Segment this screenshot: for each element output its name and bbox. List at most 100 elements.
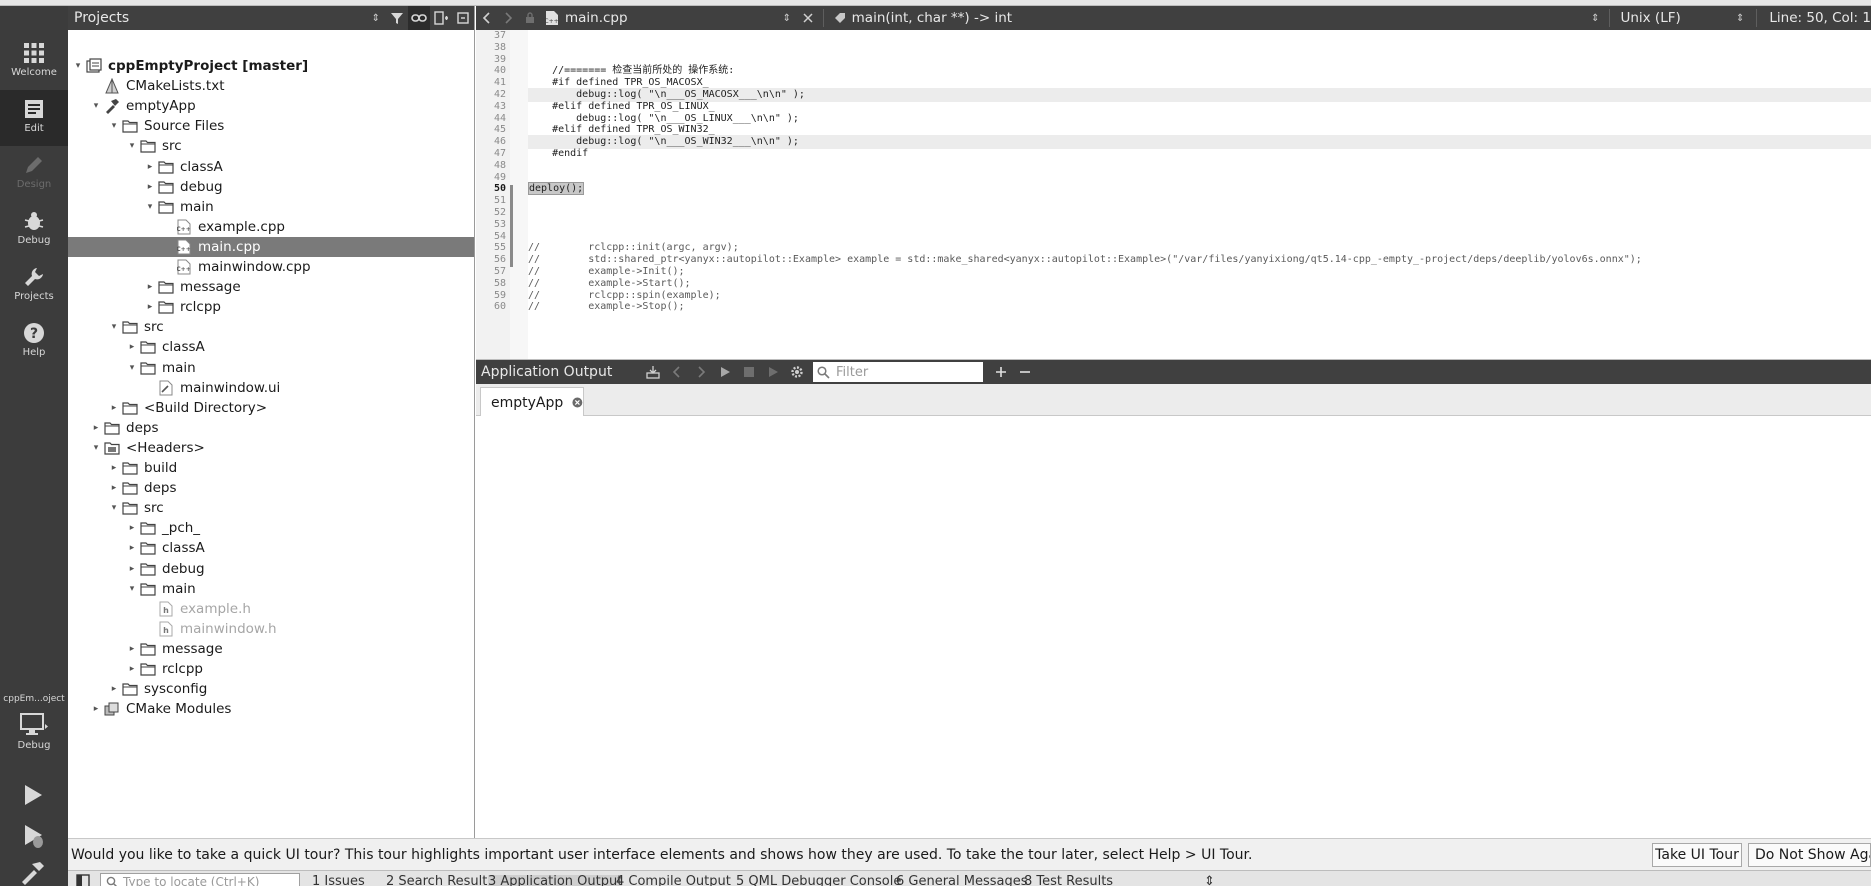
rerun-button[interactable] [713,360,737,384]
chevron-right-icon[interactable]: ▸ [108,398,120,418]
view-selector-arrows-icon[interactable]: ⇕ [372,13,380,24]
tree-item[interactable]: ▾ emptyApp [68,96,474,116]
chevron-right-icon[interactable]: ▸ [144,157,156,177]
status-tab[interactable]: 2 Search Results [386,875,494,886]
chevron-right-icon[interactable]: ▸ [144,277,156,297]
chevron-down-icon[interactable]: ▾ [72,56,84,76]
close-tab-icon[interactable] [572,396,583,409]
chevron-down-icon[interactable]: ▾ [90,438,102,458]
tree-item[interactable]: ▾ main [68,579,474,599]
tree-item[interactable]: ▸ message [68,639,474,659]
next-item-button[interactable] [689,360,713,384]
debug-run-button[interactable] [18,820,48,850]
tree-item[interactable]: ▾ src [68,498,474,518]
tree-item[interactable]: ▸ debug [68,559,474,579]
tree-item[interactable]: C++ main.cpp [68,236,474,257]
tree-item[interactable]: ▸ classA [68,157,474,177]
debug-attach-button[interactable] [761,360,785,384]
chevron-down-icon[interactable]: ▾ [126,358,138,378]
tree-item[interactable]: ▾ src [68,317,474,337]
status-tab[interactable]: 8 Test Results [1024,875,1113,886]
kit-selector-button[interactable]: Debug [0,710,68,764]
do-not-show-again-button[interactable]: Do Not Show Again [1748,843,1871,867]
attach-output-button[interactable] [641,360,665,384]
mode-debug[interactable]: Debug [0,202,68,258]
chevron-down-icon[interactable]: ▾ [108,498,120,518]
mode-edit[interactable]: Edit [0,90,68,146]
tree-item[interactable]: ▾ Source Files [68,116,474,136]
tree-item[interactable]: ▸ rclcpp [68,659,474,679]
tree-item[interactable]: ▸ _pch_ [68,518,474,538]
back-button[interactable] [476,6,498,30]
status-tab[interactable]: 1 Issues [312,875,365,886]
prev-item-button[interactable] [665,360,689,384]
tree-item[interactable]: ▸ debug [68,177,474,197]
mode-welcome[interactable]: Welcome [0,34,68,90]
tree-item[interactable]: C++ example.cpp [68,217,474,237]
tree-item[interactable]: ▸ classA [68,337,474,357]
chevron-right-icon[interactable]: ▸ [126,559,138,579]
take-ui-tour-button[interactable]: Take UI Tour [1652,843,1742,867]
tree-item[interactable]: ▾ main [68,197,474,217]
chevron-down-icon[interactable]: ▾ [126,136,138,156]
filter-input[interactable]: Filter [813,362,983,382]
tree-item[interactable]: ▸ message [68,277,474,297]
open-file-combo[interactable]: C++ main.cpp ⇕ [541,10,797,26]
close-file-button[interactable] [797,6,819,30]
tree-item[interactable]: ▸ CMake Modules [68,699,474,719]
chevron-right-icon[interactable]: ▸ [90,418,102,438]
tree-item[interactable]: ▾ cppEmptyProject [master] [68,56,474,76]
tree-item[interactable]: ▾ <Headers> [68,438,474,458]
chevron-right-icon[interactable]: ▸ [126,518,138,538]
tree-item[interactable]: ▸ sysconfig [68,679,474,699]
status-tab[interactable]: 6 General Messages [896,875,1028,886]
chevron-right-icon[interactable]: ▸ [108,458,120,478]
tree-item[interactable]: mainwindow.ui [68,378,474,398]
tree-item[interactable]: ▸ build [68,458,474,478]
symbol-combo[interactable]: main(int, char **) -> int ⇕ [828,10,1606,26]
tree-item[interactable]: CMakeLists.txt [68,76,474,96]
chevron-right-icon[interactable]: ▸ [126,538,138,558]
decrease-font-button[interactable] [1013,360,1037,384]
tree-item[interactable]: ▸ classA [68,538,474,558]
code-editor[interactable]: 37 38 39 40 41 42 43 44 45 46 47 48 49 50 51 52 53 54 55 56… [476,30,1871,360]
mode-design[interactable]: Design [0,146,68,202]
tree-item[interactable]: h example.h [68,599,474,619]
line-ending-combo[interactable]: Unix (LF) ⇕ [1614,10,1752,26]
link-icon[interactable] [408,6,430,30]
locator-input[interactable]: Type to locate (Ctrl+K) [100,873,300,886]
tree-item[interactable]: ▸ deps [68,478,474,498]
tree-item[interactable]: ▾ main [68,358,474,378]
split-icon[interactable] [430,6,452,30]
mode-help[interactable]: ? Help [0,314,68,370]
more-tabs-icon[interactable]: ⇕ [1204,875,1215,886]
chevron-right-icon[interactable]: ▸ [126,659,138,679]
tree-item[interactable]: ▸ deps [68,418,474,438]
chevron-right-icon[interactable]: ▸ [144,177,156,197]
chevron-right-icon[interactable]: ▸ [108,679,120,699]
increase-font-button[interactable] [989,360,1013,384]
chevron-down-icon[interactable]: ▾ [144,197,156,217]
chevron-right-icon[interactable]: ▸ [126,337,138,357]
chevron-down-icon[interactable]: ▾ [90,96,102,116]
status-tab[interactable]: 4 Compile Output [616,875,731,886]
tree-item[interactable]: ▸ rclcpp [68,297,474,317]
chevron-down-icon[interactable]: ▾ [126,579,138,599]
cursor-position[interactable]: Line: 50, Col: 1 [1761,10,1871,26]
chevron-down-icon[interactable]: ▾ [108,116,120,136]
chevron-right-icon[interactable]: ▸ [108,478,120,498]
filter-icon[interactable] [386,6,408,30]
status-tab[interactable]: 3 Application Output [488,875,623,886]
settings-button[interactable] [785,360,809,384]
forward-button[interactable] [498,6,520,30]
chevron-down-icon[interactable]: ▾ [108,317,120,337]
tree-item[interactable]: ▾ src [68,136,474,156]
toggle-sidebar-icon[interactable] [76,874,90,886]
chevron-right-icon[interactable]: ▸ [90,699,102,719]
output-tab-emptyapp[interactable]: emptyApp [480,387,584,417]
chevron-right-icon[interactable]: ▸ [126,639,138,659]
status-tab[interactable]: 5 QML Debugger Console [736,875,901,886]
build-button[interactable] [18,858,48,886]
application-output-text[interactable] [476,416,1871,838]
stop-button[interactable] [737,360,761,384]
